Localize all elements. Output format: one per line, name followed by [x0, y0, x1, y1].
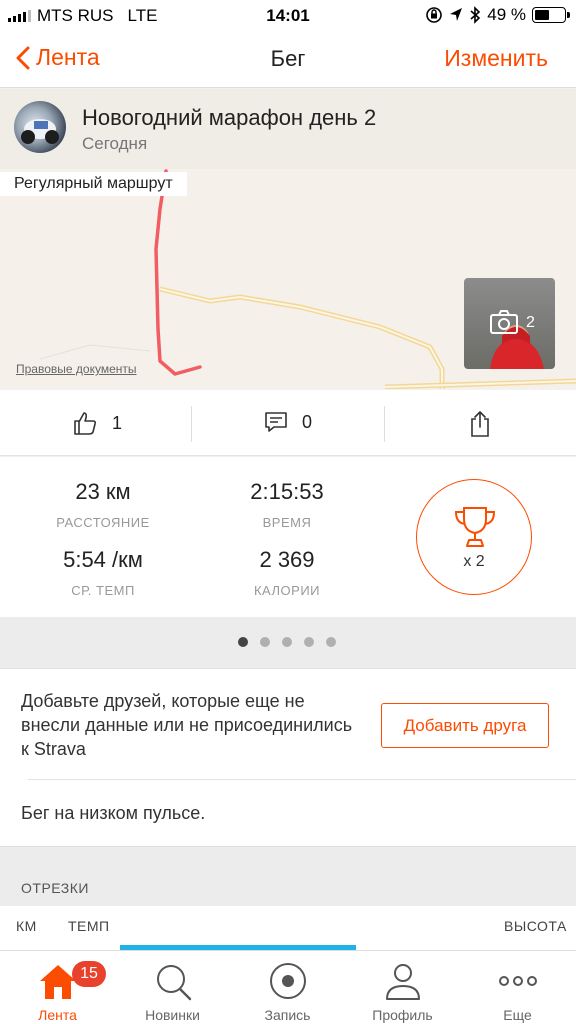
activity-header: Новогодний марафон день 2 Сегодня [0, 89, 576, 169]
stat-pace: 5:54 /км СР. ТЕМП [13, 547, 193, 598]
comments-count: 0 [302, 411, 313, 432]
trophy-icon [454, 507, 496, 547]
tab-profile[interactable]: Профиль [345, 951, 460, 1024]
legal-link[interactable]: Правовые документы [16, 362, 137, 376]
stat-time: 2:15:53 ВРЕМЯ [197, 479, 377, 530]
route-line [154, 169, 202, 376]
tab-feed[interactable]: 15 Лента [0, 951, 115, 1024]
status-right: 49 % [425, 5, 570, 25]
comments-button[interactable]: 0 [264, 410, 312, 434]
battery-percent: 49 % [487, 5, 526, 24]
avatar[interactable] [14, 101, 66, 153]
tab-explore[interactable]: Новинки [115, 951, 230, 1024]
column-elevation: ВЫСОТА [504, 918, 567, 934]
status-bar: MTS RUS LTE 14:01 49 % [0, 0, 576, 30]
road-center [159, 288, 443, 389]
calories-value: 2 369 [259, 547, 315, 572]
divider [191, 406, 192, 442]
tab-label: Новинки [145, 1007, 200, 1023]
activity-description: Бег на низком пульсе. [21, 803, 206, 823]
kudos-button[interactable]: 1 [72, 410, 122, 436]
more-icon [499, 976, 537, 986]
notification-badge: 15 [72, 961, 106, 987]
pager-dot[interactable] [260, 637, 270, 647]
column-km: КМ [16, 918, 37, 934]
segments-title: ОТРЕЗКИ [21, 880, 89, 896]
activity-title: Новогодний марафон день 2 [82, 105, 377, 130]
time-value: 2:15:53 [250, 479, 324, 504]
tab-bar: 15 Лента Новинки Запись Профиль Еще [0, 950, 576, 1024]
kudos-count: 1 [112, 412, 123, 433]
social-actions: 1 0 [0, 390, 576, 456]
pace-label: СР. ТЕМП [71, 583, 135, 598]
invite-prompt: Добавьте друзей, которые еще не внесли д… [21, 691, 353, 759]
calories-label: КАЛОРИИ [253, 583, 321, 598]
share-button[interactable] [468, 410, 492, 443]
divider [28, 779, 576, 780]
stat-calories: 2 369 КАЛОРИИ [197, 547, 377, 598]
motorcycle-icon [21, 119, 59, 144]
photo-thumbnail[interactable]: 2 [464, 278, 555, 369]
tab-label: Профиль [372, 1007, 433, 1023]
pager-dots [238, 637, 336, 647]
pager-dot[interactable] [282, 637, 292, 647]
location-arrow-icon [450, 8, 463, 21]
pager-dot[interactable] [238, 637, 248, 647]
map-boundary [39, 344, 151, 360]
pace-value: 5:54 /км [63, 547, 143, 572]
route-map[interactable]: Новогодний марафон день 2 Сегодня Регуля… [0, 89, 576, 389]
time-label: ВРЕМЯ [262, 515, 312, 530]
tab-label: Лента [38, 1007, 77, 1023]
road [159, 286, 445, 389]
camera-icon [490, 310, 518, 334]
pager-dot[interactable] [326, 637, 336, 647]
orientation-lock-icon [426, 7, 443, 23]
tab-label: Запись [264, 1007, 311, 1023]
nav-bar: Лента Бег Изменить [0, 30, 576, 88]
bluetooth-icon [470, 6, 481, 24]
tab-label: Еще [503, 1007, 532, 1023]
edit-button[interactable]: Изменить [444, 45, 548, 72]
activity-date: Сегодня [82, 134, 148, 153]
column-pace: ТЕМП [68, 918, 110, 934]
stats-pager [0, 617, 576, 668]
add-friend-button[interactable]: Добавить друга [381, 703, 549, 748]
pager-dot[interactable] [304, 637, 314, 647]
photo-count: 2 [526, 314, 535, 331]
profile-icon [386, 964, 420, 1000]
thumbs-up-icon [74, 412, 97, 435]
comment-icon [265, 412, 287, 432]
stat-distance: 23 км РАССТОЯНИЕ [13, 479, 193, 530]
segments-header: ОТРЕЗКИ [0, 846, 576, 906]
battery-icon [532, 7, 570, 23]
route-label: Регулярный маршрут [0, 172, 187, 196]
tab-more[interactable]: Еще [460, 951, 575, 1024]
search-icon [157, 965, 192, 1001]
friends-section: Добавьте друзей, которые еще не внесли д… [0, 668, 576, 846]
achievements-button[interactable]: x 2 [416, 479, 532, 595]
record-icon [270, 963, 306, 999]
divider [384, 406, 385, 442]
battery-fill [535, 10, 549, 20]
tab-record[interactable]: Запись [230, 951, 345, 1024]
distance-value: 23 км [75, 479, 131, 504]
achievements-count: x 2 [463, 553, 485, 570]
share-icon [471, 411, 489, 437]
distance-label: РАССТОЯНИЕ [56, 515, 150, 530]
activity-stats: 23 км РАССТОЯНИЕ 2:15:53 ВРЕМЯ 5:54 /км … [0, 457, 576, 617]
